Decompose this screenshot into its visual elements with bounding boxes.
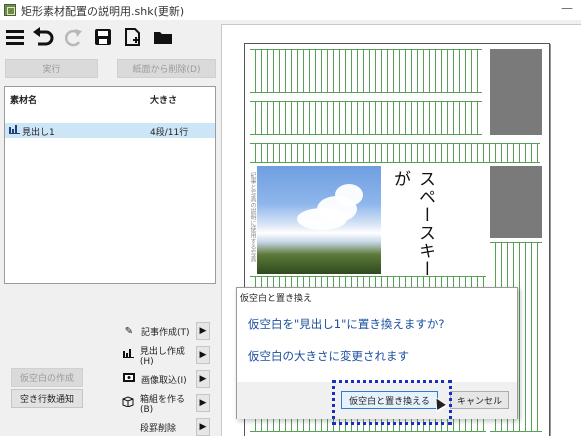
create-box-label: 箱組を作る(B) <box>139 394 185 415</box>
list-header: 素材名 大きさ <box>5 87 215 109</box>
folder-icon[interactable] <box>150 24 176 50</box>
minimize-button[interactable]: — <box>561 1 573 15</box>
dialog-title: 仮空白と置き換え <box>240 294 313 304</box>
import-image-label: 画像取込(I) <box>141 375 187 386</box>
photo-image[interactable] <box>257 166 381 274</box>
app-icon <box>4 4 16 16</box>
import-image-item[interactable]: 画像取込(I) <box>122 370 194 388</box>
dialog-message-info: 仮空白の大きさに変更されます <box>248 349 409 363</box>
save-icon[interactable] <box>90 24 116 50</box>
delete-column-rule-label: 段罫削除 <box>139 423 176 434</box>
placeholder-block[interactable] <box>490 166 542 238</box>
column-band <box>250 101 482 135</box>
toolbar <box>0 20 220 54</box>
column-band <box>250 143 540 163</box>
undo-icon[interactable] <box>30 24 56 50</box>
column-band <box>250 49 482 93</box>
material-list: 素材名 大きさ 見出し1 4段/11行 <box>4 86 216 284</box>
column-header-size: 大きさ <box>150 96 178 106</box>
create-headline-label: 見出し作成(H) <box>139 346 185 367</box>
list-item[interactable]: 見出し1 4段/11行 <box>5 123 215 138</box>
create-article-arrow[interactable]: ▶ <box>196 322 210 340</box>
delete-column-rule-item[interactable]: 段罫削除 <box>122 418 194 436</box>
placeholder-block[interactable] <box>490 49 542 135</box>
create-placeholder-button[interactable]: 仮空白の作成 <box>11 368 83 387</box>
pen-icon: ✎ <box>124 325 134 337</box>
menu-icon[interactable] <box>2 24 28 50</box>
box-icon <box>122 396 135 410</box>
create-article-label: 記事作成(T) <box>141 327 190 338</box>
delete-from-page-button[interactable]: 紙面から削除(D) <box>117 59 216 78</box>
window-title: 矩形素材配置の説明用.shk(更新) <box>21 5 185 18</box>
list-item-size: 4段/11行 <box>150 128 189 138</box>
list-item-name: 見出し1 <box>22 128 55 138</box>
vertical-headline: スペースキーが <box>390 170 435 278</box>
create-headline-arrow[interactable]: ▶ <box>196 346 210 364</box>
image-icon <box>122 373 136 385</box>
redo-icon[interactable] <box>60 24 86 50</box>
headline-icon <box>9 125 20 137</box>
title-bar: 矩形素材配置の説明用.shk(更新) — <box>0 0 581 20</box>
notify-empty-rows-button[interactable]: 空き行数通知 <box>11 389 83 408</box>
create-box-item[interactable]: 箱組を作る(B) <box>122 394 194 415</box>
photo-caption: 記事と写真の説明に使用する写真 <box>249 172 256 262</box>
create-box-arrow[interactable]: ▶ <box>196 394 210 412</box>
cancel-button[interactable]: キャンセル <box>450 391 509 409</box>
column-header-name: 素材名 <box>10 96 38 106</box>
run-button[interactable]: 実行 <box>5 59 98 78</box>
new-file-icon[interactable] <box>120 24 146 50</box>
dialog-message-question: 仮空白を"見出し1"に置き換えますか? <box>248 317 445 331</box>
import-image-arrow[interactable]: ▶ <box>196 370 210 388</box>
headline-icon <box>122 349 135 361</box>
create-article-item[interactable]: ✎ 記事作成(T) <box>122 322 194 340</box>
create-headline-item[interactable]: 見出し作成(H) <box>122 346 194 367</box>
delete-column-rule-arrow[interactable]: ▶ <box>196 418 210 436</box>
